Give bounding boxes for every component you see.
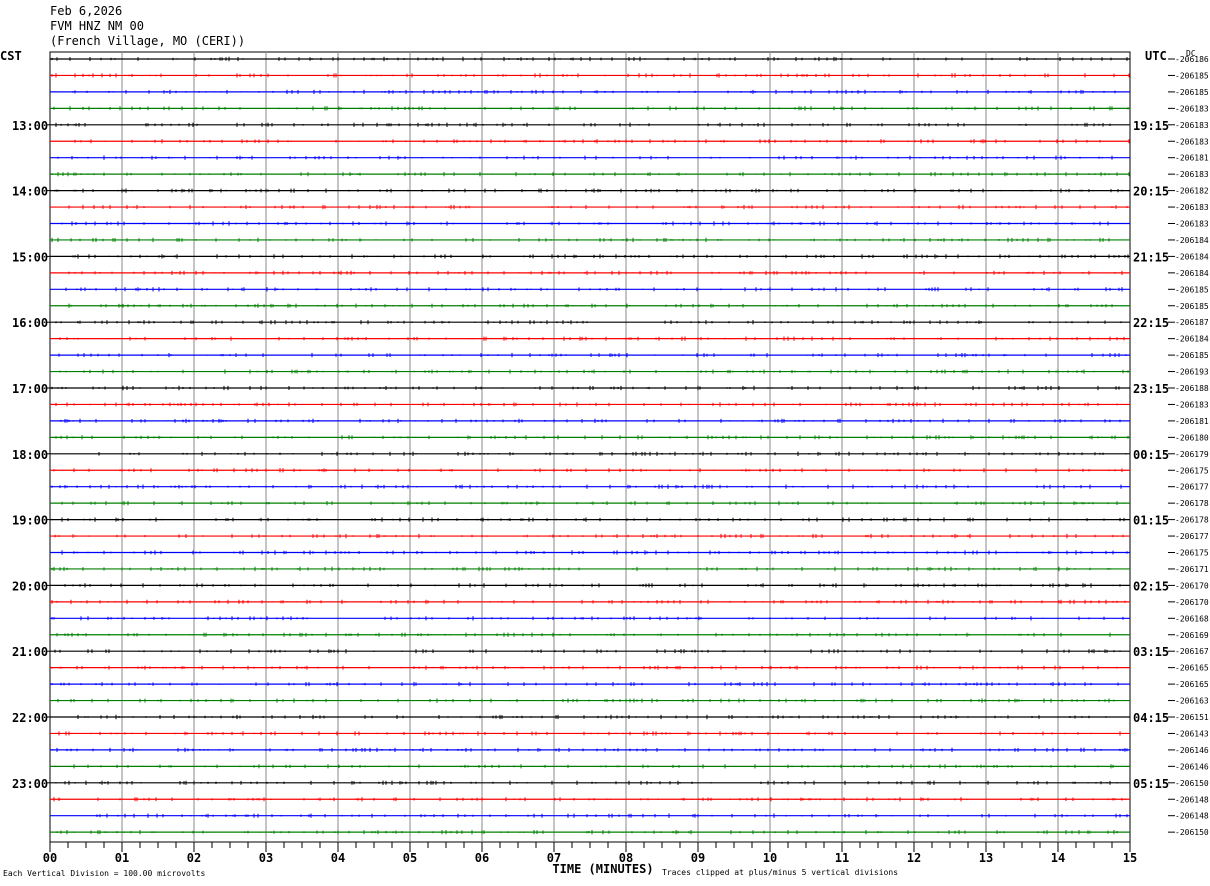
- left-hour-label: 16:00: [12, 316, 48, 330]
- helicorder-chart: Feb 6,2026 FVM HNZ NM 00 (French Village…: [0, 4, 1209, 878]
- x-tick-label: 02: [187, 851, 201, 865]
- dc-offset-label: -206184: [1175, 269, 1209, 278]
- dc-offset-label: -206193: [1175, 368, 1209, 377]
- dc-offset-label: -206150: [1175, 779, 1209, 788]
- dc-offset-label: -206185: [1175, 285, 1209, 294]
- dc-offset-label: -206182: [1175, 187, 1209, 196]
- dc-offset-label: -206148: [1175, 812, 1209, 821]
- x-axis-title: TIME (MINUTES): [552, 862, 653, 876]
- dc-offset-label: -206183: [1175, 203, 1209, 212]
- x-tick-label: 09: [691, 851, 705, 865]
- dc-offset-label: -206170: [1175, 581, 1209, 590]
- dc-offset-label: -206165: [1175, 664, 1209, 673]
- x-tick-label: 05: [403, 851, 417, 865]
- dc-offset-label: -206170: [1175, 598, 1209, 607]
- location-label: (French Village, MO (CERI)): [50, 34, 245, 48]
- dc-offset-label: -206168: [1175, 614, 1209, 623]
- dc-offset-label: -206178: [1175, 499, 1209, 508]
- right-hour-label: 19:15: [1133, 119, 1169, 133]
- dc-offset-label: -206165: [1175, 680, 1209, 689]
- left-hour-label: 19:00: [12, 514, 48, 528]
- x-tick-label: 15: [1123, 851, 1137, 865]
- right-hour-label: 22:15: [1133, 316, 1169, 330]
- x-tick-label: 00: [43, 851, 57, 865]
- dc-offset-label: -206185: [1175, 88, 1209, 97]
- dc-offset-label: -206181: [1175, 417, 1209, 426]
- right-hour-label: 04:15: [1133, 711, 1169, 725]
- x-tick-label: 12: [907, 851, 921, 865]
- right-hour-label: 03:15: [1133, 645, 1169, 659]
- dc-offset-label: -206177: [1175, 532, 1209, 541]
- dc-offset-label: -206180: [1175, 433, 1209, 442]
- dc-offset-label: -206178: [1175, 516, 1209, 525]
- dc-offset-label: -206184: [1175, 252, 1209, 261]
- dc-offset-label: -206175: [1175, 466, 1209, 475]
- dc-offset-label: -206181: [1175, 154, 1209, 163]
- left-hour-label: 14:00: [12, 185, 48, 199]
- date-label: Feb 6,2026: [50, 4, 122, 18]
- right-hour-label: 23:15: [1133, 382, 1169, 396]
- left-hour-label: 18:00: [12, 448, 48, 462]
- dc-offset-label: -206183: [1175, 170, 1209, 179]
- right-hour-label: 21:15: [1133, 250, 1169, 264]
- dc-offset-label: -206146: [1175, 746, 1209, 755]
- dc-offset-label: -206150: [1175, 828, 1209, 837]
- x-tick-label: 11: [835, 851, 849, 865]
- dc-offset-label: -206185: [1175, 302, 1209, 311]
- x-tick-label: 01: [115, 851, 129, 865]
- x-tick-label: 13: [979, 851, 993, 865]
- x-tick-label: 14: [1051, 851, 1065, 865]
- dc-offset-label: -206171: [1175, 565, 1209, 574]
- left-hour-label: 20:00: [12, 579, 48, 593]
- dc-offset-label: -206148: [1175, 795, 1209, 804]
- dc-offset-label: -206169: [1175, 631, 1209, 640]
- right-hour-label: 00:15: [1133, 448, 1169, 462]
- dc-offset-label: -206183: [1175, 104, 1209, 113]
- station-label: FVM HNZ NM 00: [50, 19, 144, 33]
- axis-labels: -206186 -206185 -206185 -206183 -206183 -2061…: [12, 55, 1209, 865]
- dc-offset-label: -206184: [1175, 236, 1209, 245]
- dc-offset-label: -206183: [1175, 400, 1209, 409]
- dc-offset-label: -206175: [1175, 549, 1209, 558]
- dc-offset-label: -206185: [1175, 351, 1209, 360]
- left-hour-label: 13:00: [12, 119, 48, 133]
- left-hour-label: 23:00: [12, 777, 48, 791]
- right-hour-label: 05:15: [1133, 777, 1169, 791]
- dc-offset-label: -206186: [1175, 55, 1209, 64]
- dc-offset-label: -206143: [1175, 729, 1209, 738]
- x-tick-label: 03: [259, 851, 273, 865]
- x-tick-label: 10: [763, 851, 777, 865]
- plot-frame: [49, 51, 1131, 843]
- scale-note: Each Vertical Division = 100.00 microvol…: [3, 869, 205, 878]
- right-hour-label: 20:15: [1133, 185, 1169, 199]
- dc-offset-label: -206177: [1175, 483, 1209, 492]
- clip-note: Traces clipped at plus/minus 5 vertical …: [662, 868, 898, 877]
- dc-offset-label: -206183: [1175, 220, 1209, 229]
- dc-offset-label: -206151: [1175, 713, 1209, 722]
- right-hour-label: 02:15: [1133, 579, 1169, 593]
- trace-noise: [51, 56, 1130, 835]
- left-hour-label: 15:00: [12, 250, 48, 264]
- dc-offset-label: -206163: [1175, 697, 1209, 706]
- left-hour-label: 21:00: [12, 645, 48, 659]
- dc-offset-label: -206188: [1175, 384, 1209, 393]
- right-hour-label: 01:15: [1133, 514, 1169, 528]
- x-tick-label: 04: [331, 851, 345, 865]
- dc-offset-label: -206146: [1175, 762, 1209, 771]
- left-hour-label: 17:00: [12, 382, 48, 396]
- dc-offset-label: -206187: [1175, 318, 1209, 327]
- left-timezone-label: CST: [0, 49, 22, 63]
- dc-offset-label: -206183: [1175, 121, 1209, 130]
- x-tick-label: 06: [475, 851, 489, 865]
- dc-offset-label: -206183: [1175, 137, 1209, 146]
- dc-offset-label: -206184: [1175, 335, 1209, 344]
- dc-offset-label: -206167: [1175, 647, 1209, 656]
- dc-offset-label: -206179: [1175, 450, 1209, 459]
- left-hour-label: 22:00: [12, 711, 48, 725]
- dc-offset-label: -206185: [1175, 72, 1209, 81]
- grid: [49, 51, 1131, 843]
- right-timezone-label: UTC: [1145, 49, 1167, 63]
